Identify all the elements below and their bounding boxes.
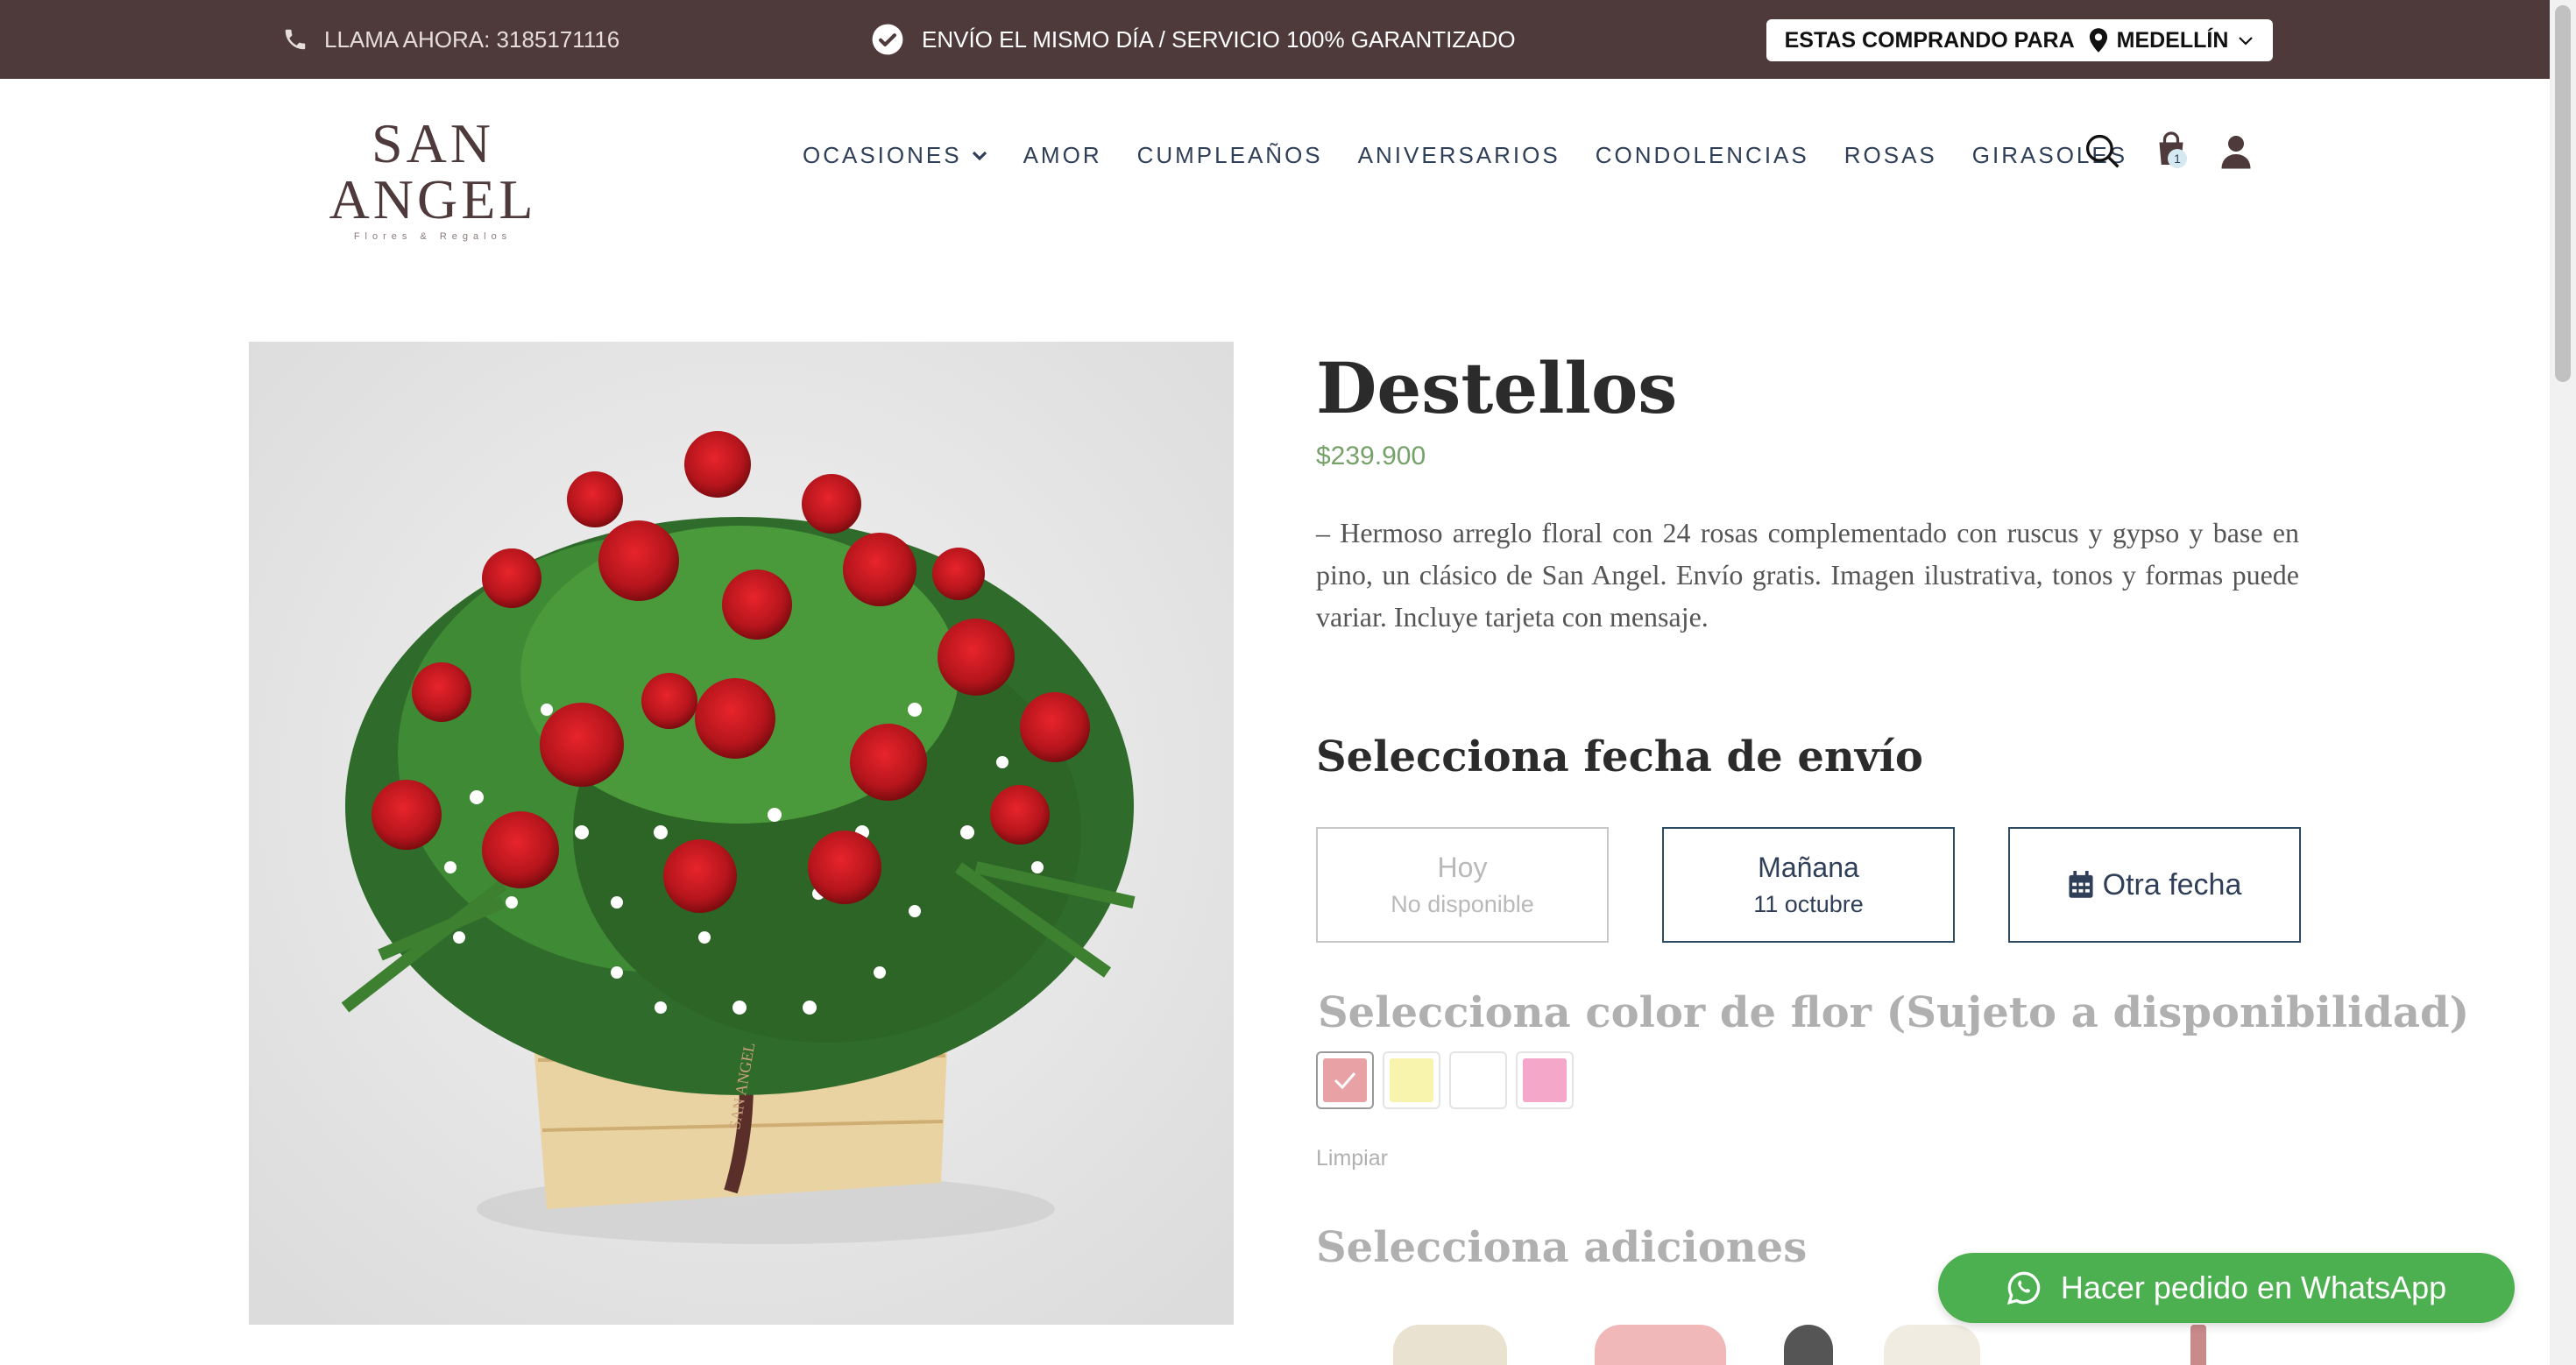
delivery-option-other-date[interactable]: Otra fecha [2008,827,2301,943]
calendar-icon [2069,871,2093,898]
nav-item-condolencias[interactable]: CONDOLENCIAS [1596,142,1809,169]
nav-item-cumpleanos[interactable]: CUMPLEAÑOS [1137,142,1323,169]
city-label: MEDELLÍN [2116,27,2229,53]
swatch-fill [1323,1058,1367,1102]
delivery-option-title: Otra fecha [2102,867,2242,902]
nav-item-amor[interactable]: AMOR [1023,142,1102,169]
phone-link[interactable]: LLAMA AHORA: 3185171116 [282,21,619,58]
site-header: SAN ANGEL Flores & Regalos OCASIONES AMO… [0,79,2550,242]
swatch-fill [1523,1058,1567,1102]
cart-count-badge: 1 [2168,149,2187,168]
flower-color-heading: Selecciona color de flor (Sujeto a dispo… [1318,988,2470,1037]
whatsapp-icon [2006,1271,2041,1305]
swatch-fill [1456,1058,1500,1102]
nav-item-label: CONDOLENCIAS [1595,142,1809,168]
color-swatch-yellow[interactable] [1383,1051,1440,1109]
delivery-option-title: Hoy [1437,852,1488,883]
nav-item-rosas[interactable]: ROSAS [1844,142,1937,169]
shipping-label: ENVÍO EL MISMO DÍA / SERVICIO 100% GARAN… [922,25,1516,53]
chevron-down-icon [2239,37,2254,46]
logo-name: SAN ANGEL [329,112,537,230]
product-description: – Hermoso arreglo floral con 24 rosas co… [1316,517,2299,633]
color-swatch-red[interactable] [1316,1051,1374,1109]
main-nav: OCASIONES AMOR CUMPLEAÑOS ANIVERSARIOS C… [803,142,2127,169]
phone-label: LLAMA AHORA: 3185171116 [324,25,620,53]
addons-heading: Selecciona adiciones [1316,1223,1808,1272]
delivery-option-tomorrow[interactable]: Mañana 11 octubre [1662,827,1955,943]
delivery-option-title: Mañana [1758,852,1859,883]
color-swatch-pink[interactable] [1516,1051,1574,1109]
nav-item-label: AMOR [1023,142,1102,168]
nav-item-label: ANIVERSARIOS [1357,142,1560,168]
addon-thumbnail[interactable] [1595,1325,1726,1365]
delivery-option-subtitle: 11 octubre [1753,891,1864,917]
phone-icon [285,29,306,50]
search-icon[interactable] [2084,132,2122,171]
scrollbar-thumb[interactable] [2555,5,2571,382]
addon-thumbnail[interactable] [1884,1325,1980,1365]
top-bar: LLAMA AHORA: 3185171116 ENVÍO EL MISMO D… [0,0,2550,79]
buying-for-label: ESTAS COMPRANDO PARA [1784,27,2075,53]
shipping-notice: ENVÍO EL MISMO DÍA / SERVICIO 100% GARAN… [871,21,1516,58]
check-circle-icon [872,24,903,55]
city-selector[interactable]: ESTAS COMPRANDO PARA MEDELLÍN [1766,19,2273,61]
nav-item-label: OCASIONES [803,142,962,168]
whatsapp-label: Hacer pedido en WhatsApp [2060,1270,2447,1305]
addon-thumbnail[interactable] [1784,1325,1833,1365]
whatsapp-order-button[interactable]: Hacer pedido en WhatsApp [1938,1253,2515,1323]
product-title: Destellos [1316,347,1678,429]
addon-thumbnail[interactable] [1393,1325,1507,1365]
delivery-option-subtitle: No disponible [1391,891,1534,917]
nav-item-label: ROSAS [1844,142,1937,168]
nav-item-label: CUMPLEAÑOS [1136,142,1323,168]
delivery-date-heading: Selecciona fecha de envío [1316,732,1923,782]
other-date-label-group: Otra fecha [2068,867,2242,902]
flower-arrangement-image: SAN ANGEL [249,342,1234,1325]
nav-item-aniversarios[interactable]: ANIVERSARIOS [1358,142,1560,169]
product-image[interactable]: SAN ANGEL [249,342,1234,1325]
clear-color-link[interactable]: Limpiar [1316,1146,1388,1171]
logo-tagline: Flores & Regalos [353,231,513,242]
color-swatch-white[interactable] [1449,1051,1507,1109]
cart-button[interactable]: 1 [2155,131,2187,171]
addon-thumbnail[interactable] [2190,1325,2206,1365]
nav-item-ocasiones[interactable]: OCASIONES [803,142,988,169]
logo[interactable]: SAN ANGEL Flores & Regalos [286,112,580,243]
swatch-fill [1390,1058,1433,1102]
map-pin-icon [2089,28,2107,53]
product-price: $239.900 [1316,442,1426,470]
header-icons: 1 [2084,131,2252,171]
color-swatches [1316,1051,1574,1109]
chevron-down-icon [972,151,987,160]
user-icon[interactable] [2220,134,2252,169]
check-icon [1334,1072,1356,1090]
delivery-option-today[interactable]: Hoy No disponible [1316,827,1609,943]
